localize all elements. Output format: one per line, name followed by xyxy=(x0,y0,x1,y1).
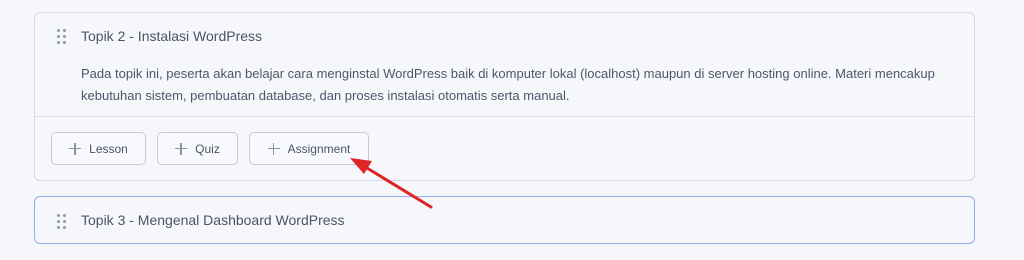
add-lesson-button[interactable]: Lesson xyxy=(51,132,146,165)
add-quiz-label: Quiz xyxy=(195,141,220,156)
add-lesson-label: Lesson xyxy=(89,141,128,156)
drag-handle-icon[interactable] xyxy=(57,29,67,45)
topic-card-topik-3[interactable]: Topik 3 - Mengenal Dashboard WordPress xyxy=(34,196,975,244)
drag-handle-icon[interactable] xyxy=(57,214,67,230)
add-assignment-label: Assignment xyxy=(287,141,351,156)
add-assignment-button[interactable]: Assignment xyxy=(249,132,369,165)
topic-header[interactable]: Topik 2 - Instalasi WordPress xyxy=(35,13,974,59)
topic-title[interactable]: Topik 2 - Instalasi WordPress xyxy=(81,28,262,44)
divider xyxy=(35,116,974,117)
plus-icon xyxy=(69,142,82,155)
plus-icon xyxy=(175,142,188,155)
plus-icon xyxy=(267,142,280,155)
topic-card-topik-2: Topik 2 - Instalasi WordPress Pada topik… xyxy=(34,12,975,181)
add-quiz-button[interactable]: Quiz xyxy=(157,132,238,165)
topic-description: Pada topik ini, peserta akan belajar car… xyxy=(81,66,935,103)
topic-title[interactable]: Topik 3 - Mengenal Dashboard WordPress xyxy=(81,212,345,228)
